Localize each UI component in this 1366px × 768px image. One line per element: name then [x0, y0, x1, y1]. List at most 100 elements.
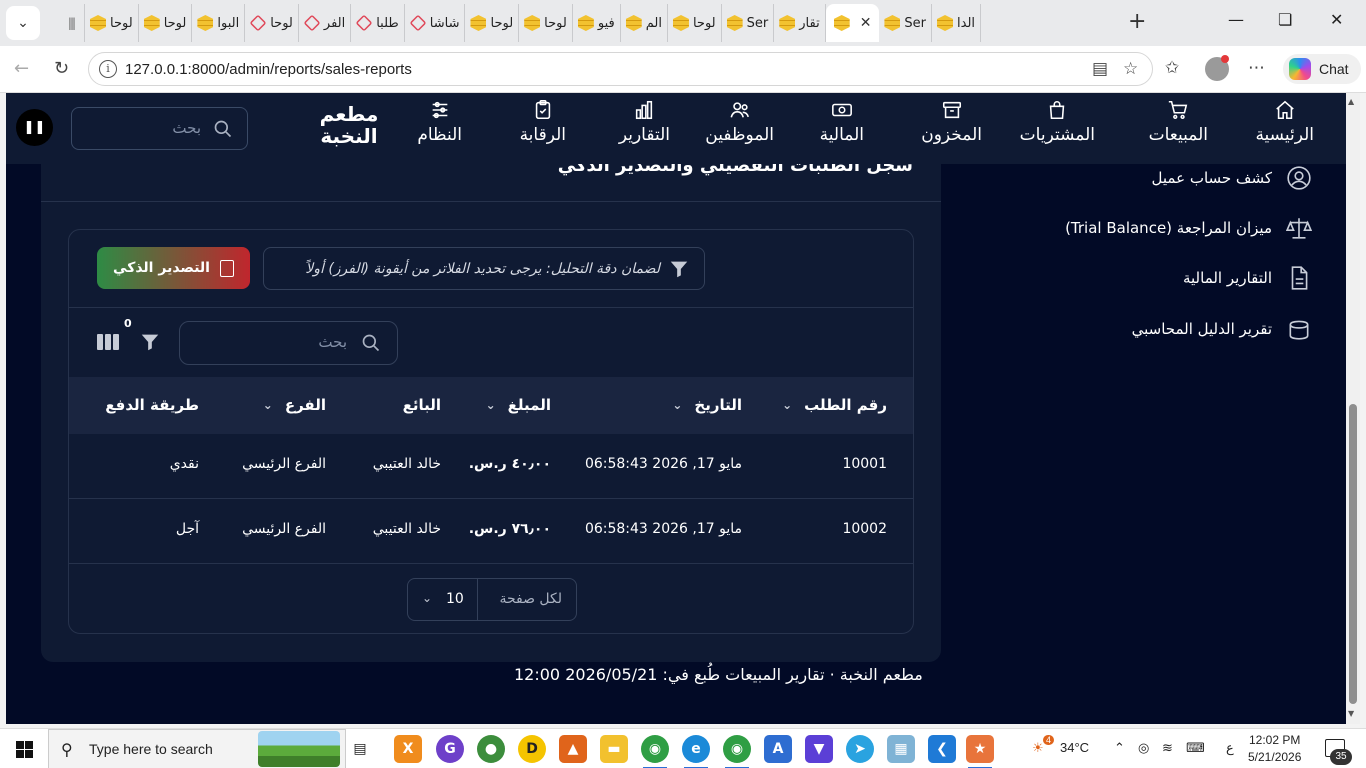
reader-view-icon[interactable]: ▤: [1092, 59, 1108, 79]
browser-tab[interactable]: البوا: [192, 4, 246, 42]
browser-tab-active[interactable]: ✕: [825, 4, 880, 42]
tab-actions-menu-button[interactable]: ⌄: [6, 6, 40, 40]
browser-tab[interactable]: طلبا: [351, 4, 405, 42]
copilot-chat-button[interactable]: Chat: [1283, 54, 1361, 84]
more-options-icon[interactable]: ⋯: [1248, 58, 1265, 78]
stack-icon: [625, 15, 642, 31]
nav-home[interactable]: الرئيسية: [1255, 99, 1314, 145]
scrollbar-thumb[interactable]: [1349, 404, 1357, 704]
nav-finance[interactable]: المالية: [820, 99, 864, 145]
network-icon[interactable]: ◎: [1138, 740, 1149, 756]
app-icon[interactable]: ●: [477, 735, 505, 763]
column-header-branch[interactable]: الفرع ⌄: [263, 396, 326, 414]
app-icon[interactable]: ▲: [559, 735, 587, 763]
maximize-button[interactable]: ❏: [1278, 10, 1292, 29]
search-icon: [214, 120, 232, 138]
sidebar-item-chart-of-accounts[interactable]: تقرير الدليل المحاسبي: [1132, 316, 1312, 342]
browser-tab[interactable]: لوحا: [668, 4, 722, 42]
chevron-up-icon[interactable]: ⌃: [1114, 740, 1125, 756]
favorites-icon[interactable]: ✩: [1165, 58, 1179, 78]
nav-employees[interactable]: الموظفين: [705, 99, 774, 145]
browser-tab[interactable]: شاشا: [405, 4, 466, 42]
wifi-icon[interactable]: ≋: [1162, 740, 1173, 756]
browser-tab[interactable]: الم: [621, 4, 668, 42]
nav-monitoring[interactable]: الرقابة: [520, 99, 566, 145]
app-icon[interactable]: A: [764, 735, 792, 763]
vscode-icon[interactable]: ❮: [928, 735, 956, 763]
browser-tab[interactable]: الدا: [932, 4, 982, 42]
filter-funnel-icon[interactable]: [139, 331, 161, 353]
telegram-icon[interactable]: ➤: [846, 735, 874, 763]
browser-tab[interactable]: |||: [58, 4, 85, 42]
sidebar-item-customer-statement[interactable]: كشف حساب عميل: [1152, 165, 1312, 191]
pause-button[interactable]: ❚❚: [16, 109, 53, 146]
browser-tab[interactable]: لوحا: [465, 4, 520, 42]
search-placeholder: بحث: [318, 333, 347, 351]
column-header-order-number[interactable]: رقم الطلب ⌄: [782, 396, 887, 414]
nav-sales[interactable]: المبيعات: [1149, 99, 1208, 145]
users-icon: [730, 102, 749, 118]
app-icon[interactable]: D: [518, 735, 546, 763]
scroll-down-arrow-icon[interactable]: ▼: [1348, 709, 1354, 718]
column-header-amount[interactable]: المبلغ ⌄: [486, 396, 551, 414]
close-window-button[interactable]: ✕: [1330, 10, 1343, 29]
app-icon[interactable]: ★: [966, 735, 994, 768]
browser-tab[interactable]: لوحا: [85, 4, 139, 42]
table-row[interactable]: 10002 مايو 17, 2026 06:58:43 ٧٦٫٠٠ ر.س. …: [69, 499, 913, 564]
url-text[interactable]: 127.0.0.1:8000/admin/reports/sales-repor…: [125, 61, 412, 78]
chrome-icon[interactable]: ◉: [723, 735, 751, 768]
scroll-up-arrow-icon[interactable]: ▲: [1348, 97, 1354, 106]
github-desktop-icon[interactable]: G: [436, 735, 464, 763]
browser-tab[interactable]: لوحا: [519, 4, 573, 42]
plus-icon: +: [1128, 9, 1147, 34]
start-windows-icon[interactable]: [16, 741, 33, 758]
minimize-button[interactable]: —: [1228, 10, 1244, 29]
nav-reports[interactable]: التقارير: [619, 99, 670, 145]
task-view-icon[interactable]: ▤: [346, 735, 374, 763]
chrome-icon[interactable]: ◉: [641, 735, 669, 768]
new-tab-button[interactable]: +: [1128, 10, 1146, 34]
app-viewport: كشف حساب عميل ميزان المراجعة (Trial Bala…: [6, 93, 1360, 724]
browser-tab[interactable]: لوحا: [139, 4, 193, 42]
cell-date: مايو 17, 2026 06:58:43: [584, 521, 742, 537]
app-icon[interactable]: ▼: [805, 735, 833, 763]
browser-tab[interactable]: تقار: [774, 4, 826, 42]
language-indicator[interactable]: ع: [1226, 740, 1234, 756]
table-row[interactable]: 10001 مايو 17, 2026 06:58:43 ٤٠٫٠٠ ر.س. …: [69, 434, 913, 499]
browser-tab[interactable]: الفر: [299, 4, 352, 42]
xampp-icon[interactable]: X: [394, 735, 422, 763]
browser-tab[interactable]: فيو: [573, 4, 621, 42]
system-clock[interactable]: 12:02 PM 5/21/2026: [1248, 732, 1301, 766]
sidebar-item-financial-reports[interactable]: التقارير المالية: [1183, 265, 1312, 291]
close-tab-icon[interactable]: ✕: [860, 15, 872, 31]
weather-temp[interactable]: 34°C: [1060, 740, 1089, 755]
app-icon[interactable]: ▦: [887, 735, 915, 763]
site-info-icon[interactable]: i: [99, 60, 117, 78]
cell-order-number: 10001: [842, 456, 887, 472]
nav-system[interactable]: النظام: [417, 99, 462, 145]
nav-inventory[interactable]: المخزون: [921, 99, 982, 145]
columns-toggle-icon[interactable]: [97, 334, 119, 350]
file-explorer-icon[interactable]: ▬: [600, 735, 628, 763]
sidebar-item-trial-balance[interactable]: ميزان المراجعة (Trial Balance): [1065, 215, 1312, 241]
refresh-icon[interactable]: ↻: [54, 58, 69, 79]
laravel-icon: [355, 14, 373, 32]
brand-logo-text[interactable]: مطعم النخبة: [314, 103, 384, 147]
nav-search-input[interactable]: بحث: [71, 107, 248, 150]
per-page-select[interactable]: لكل صفحة 10 ⌄: [407, 578, 577, 621]
favorite-star-icon[interactable]: ☆: [1123, 59, 1138, 79]
column-header-date[interactable]: التاريخ ⌄: [672, 396, 742, 414]
tab-title: فيو: [597, 15, 615, 31]
edge-icon[interactable]: e: [682, 735, 710, 768]
smart-export-button[interactable]: التصدير الذكي: [97, 247, 250, 289]
weather-icon[interactable]: ☀: [1032, 740, 1044, 756]
nav-purchases[interactable]: المشتريات: [1020, 99, 1095, 145]
page-scrollbar[interactable]: ▲ ▼: [1346, 93, 1360, 724]
table-search-input[interactable]: بحث: [179, 321, 398, 365]
address-bar[interactable]: i 127.0.0.1:8000/admin/reports/sales-rep…: [88, 52, 1153, 86]
back-arrow-icon[interactable]: ←: [14, 58, 29, 79]
browser-tab[interactable]: Ser: [879, 4, 933, 42]
keyboard-icon[interactable]: ⌨: [1186, 740, 1205, 756]
browser-tab[interactable]: Ser: [722, 4, 775, 42]
browser-tab[interactable]: لوحا: [245, 4, 299, 42]
